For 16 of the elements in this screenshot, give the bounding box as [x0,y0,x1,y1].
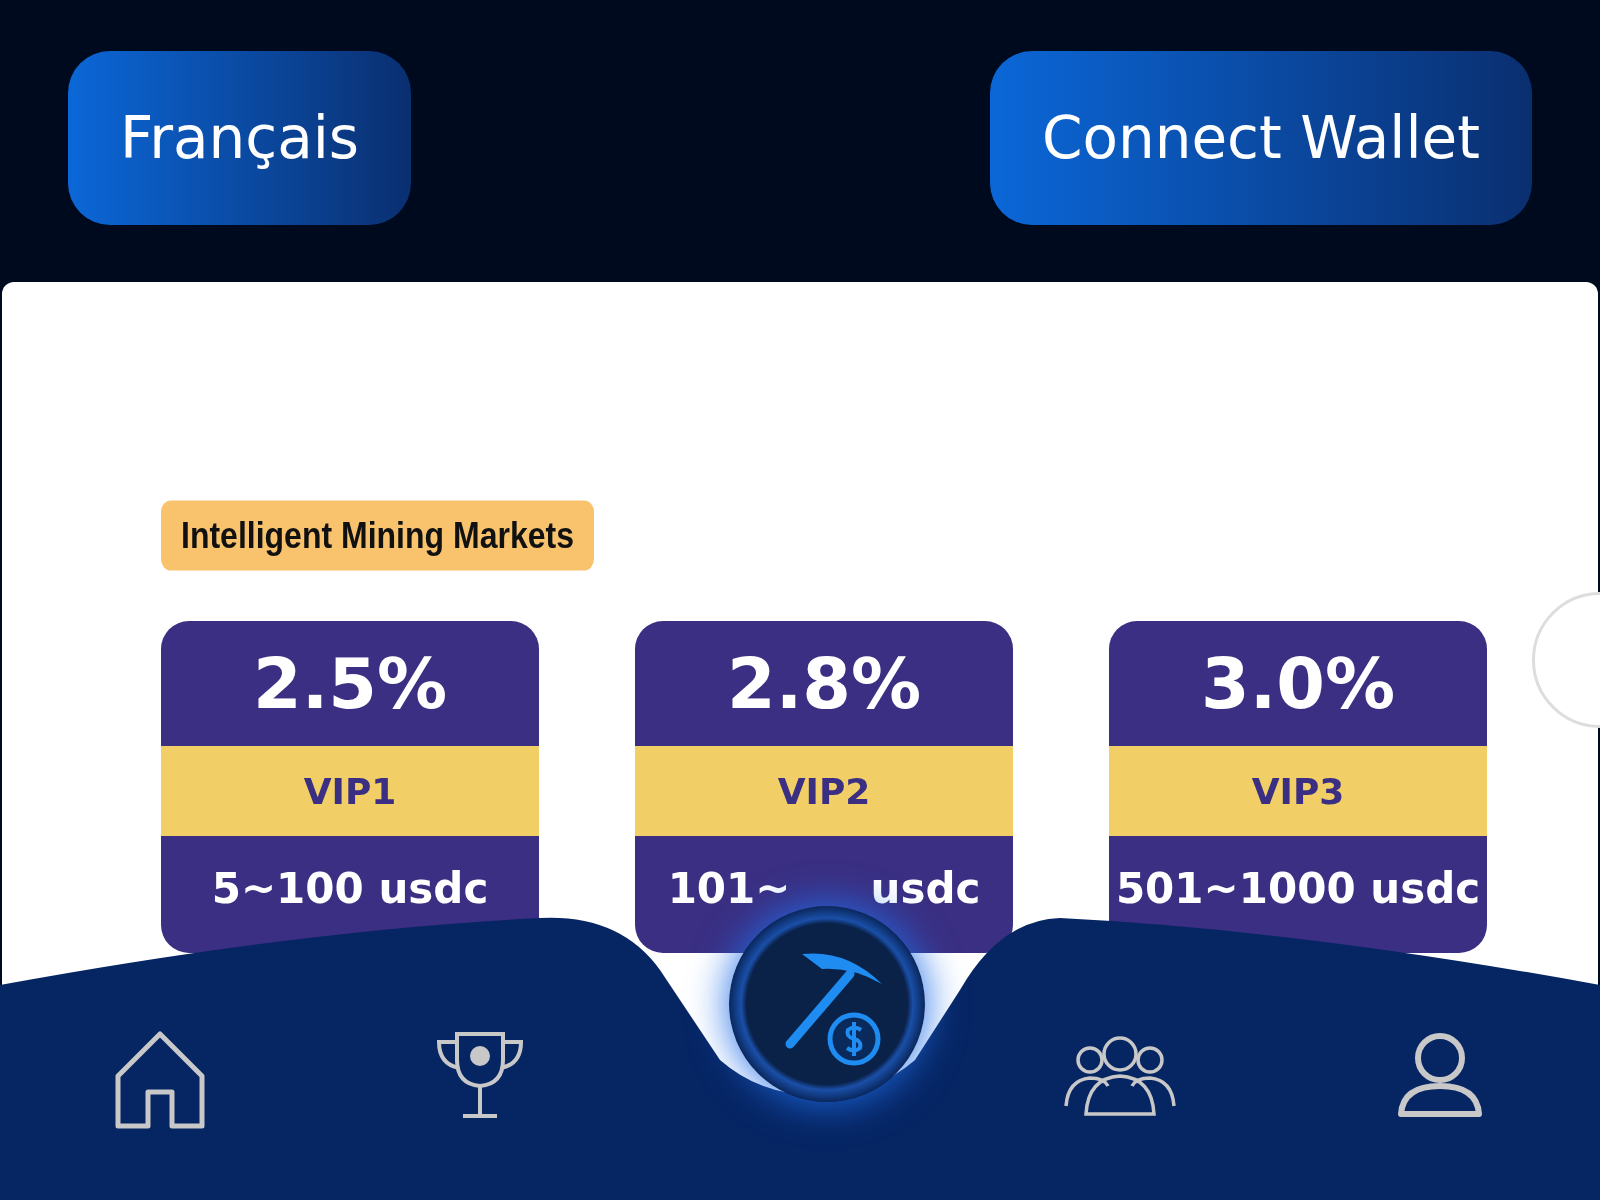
plan-tier: VIP2 [635,746,1013,836]
plan-rate: 2.8% [725,641,923,727]
plan-range: 501~1000 usdc [1115,864,1481,913]
plan-range: 101~ [667,864,791,913]
plan-tier: VIP3 [1109,746,1487,836]
banner-tag: Intelligent Mining Markets [161,500,594,571]
plan-range: usdc [870,864,981,913]
home-icon[interactable] [114,1030,206,1130]
plan-rate: 3.0% [1199,641,1397,727]
plan-rate: 2.5% [251,641,449,727]
user-icon[interactable] [1395,1030,1485,1120]
trophy-icon[interactable] [435,1030,525,1120]
language-button[interactable]: Français [68,51,412,225]
plan-tier: VIP1 [161,746,539,836]
connect-wallet-button[interactable]: Connect Wallet [989,51,1532,225]
plan-range: 5~100 usdc [211,864,489,913]
